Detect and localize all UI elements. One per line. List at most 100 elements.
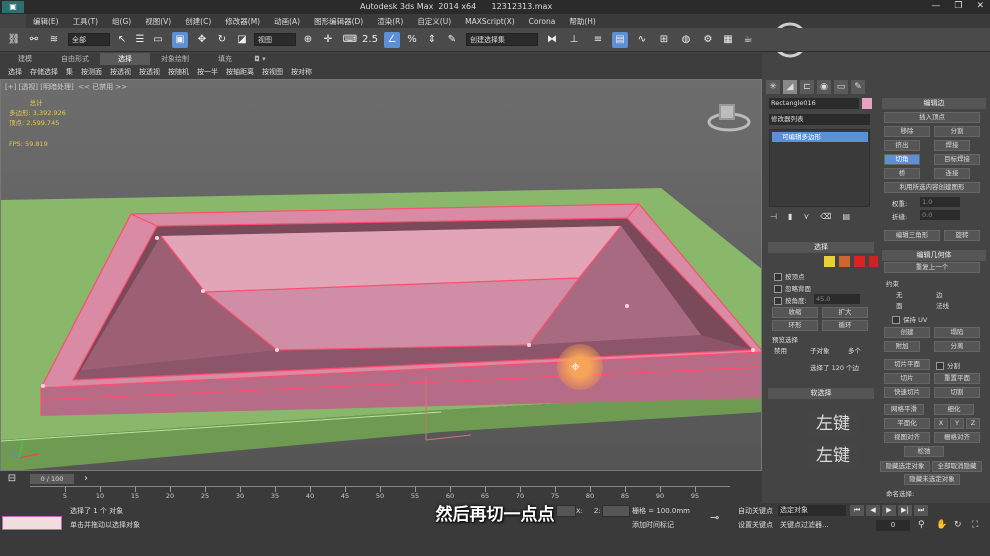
mirror-icon[interactable]: ⧓: [544, 32, 560, 48]
material-editor-icon[interactable]: ◍: [678, 32, 694, 48]
stack-item-editable-poly[interactable]: 可编辑多边形: [772, 132, 868, 142]
edit-triangles-button[interactable]: 编辑三角形: [884, 230, 940, 241]
detach-button[interactable]: 分离: [934, 341, 980, 352]
edit-edges-rollout-title[interactable]: 编辑边: [882, 98, 986, 109]
perspective-viewport[interactable]: [+] [透视] [明暗处理] << 已禁用 >> 总计 多边形: 3,392,…: [0, 79, 762, 471]
selection-rollout-title[interactable]: 选择: [768, 242, 874, 253]
remove-button[interactable]: 移除: [884, 126, 930, 137]
menu-corona[interactable]: Corona: [522, 17, 563, 26]
menu-graph-editors[interactable]: 图形编辑器(D): [307, 16, 370, 27]
maximize-viewport-icon[interactable]: ⛶: [972, 520, 978, 530]
align-icon[interactable]: ⊥: [566, 32, 582, 48]
relax-button[interactable]: 松弛: [904, 446, 944, 457]
select-by-name-icon[interactable]: ☰: [132, 32, 148, 48]
preserve-uv-checkbox[interactable]: 保持 UV: [892, 314, 927, 324]
soft-selection-rollout-title[interactable]: 软选择: [768, 388, 874, 399]
pivot-icon[interactable]: ⊕: [300, 32, 316, 48]
crease-field[interactable]: 0.0: [920, 210, 960, 220]
constraint-edge-radio[interactable]: 边: [936, 289, 943, 299]
ribbon-item[interactable]: 按测面: [77, 66, 106, 78]
ribbon-tab-populate[interactable]: 填充: [200, 53, 250, 65]
split-button[interactable]: 分割: [934, 126, 980, 137]
maxscript-listener[interactable]: [2, 516, 62, 530]
preview-subobj-radio[interactable]: 子对象: [810, 345, 830, 355]
restore-icon[interactable]: ❐: [954, 1, 962, 11]
next-frame-icon[interactable]: ›: [78, 471, 94, 487]
ribbon-item[interactable]: 选择: [4, 66, 26, 78]
auto-key-button[interactable]: 自动关键点: [738, 506, 773, 516]
ribbon-tab-selection[interactable]: 选择: [100, 53, 150, 65]
vertex-mode-icon[interactable]: [824, 256, 835, 267]
menu-group[interactable]: 组(G): [105, 16, 138, 27]
make-unique-icon[interactable]: ⋎: [803, 212, 809, 221]
by-vertex-checkbox[interactable]: 按顶点: [774, 271, 805, 281]
insert-vertex-button[interactable]: 插入顶点: [884, 112, 980, 123]
grow-button[interactable]: 扩大: [822, 307, 868, 318]
grid-align-button[interactable]: 栅格对齐: [934, 432, 980, 443]
render-setup-icon[interactable]: ⚙: [700, 32, 716, 48]
attach-button[interactable]: 附加: [884, 341, 920, 352]
move-icon[interactable]: ✥: [194, 32, 210, 48]
ribbon-item[interactable]: 按透视: [135, 66, 164, 78]
bridge-button[interactable]: 桥: [884, 168, 920, 179]
shrink-button[interactable]: 收缩: [772, 307, 818, 318]
reset-plane-button[interactable]: 重置平面: [934, 373, 980, 384]
menu-tools[interactable]: 工具(T): [66, 16, 105, 27]
utilities-tab-icon[interactable]: ✎: [851, 80, 865, 94]
turn-button[interactable]: 旋转: [944, 230, 980, 241]
menu-maxscript[interactable]: MAXScript(X): [458, 17, 521, 26]
meshsmooth-button[interactable]: 网格平滑: [884, 404, 924, 415]
pan-icon[interactable]: ✋: [936, 520, 947, 530]
border-mode-icon[interactable]: [854, 256, 865, 267]
layer-manager-icon[interactable]: ≡: [590, 32, 606, 48]
constraint-face-radio[interactable]: 面: [896, 300, 903, 310]
time-slider[interactable]: 0 / 100: [30, 474, 74, 484]
ribbon-item[interactable]: 集: [62, 66, 77, 78]
tessellate-button[interactable]: 细化: [934, 404, 974, 415]
planarize-button[interactable]: 平面化: [884, 418, 930, 429]
ribbon-item[interactable]: 存储选择: [26, 66, 62, 78]
keyboard-shortcut-icon[interactable]: ⌨: [342, 32, 358, 48]
close-icon[interactable]: ✕: [976, 1, 984, 11]
link-icon[interactable]: ⛓: [6, 32, 22, 48]
spinner-snap-icon[interactable]: ⇕: [424, 32, 440, 48]
menu-views[interactable]: 视图(V): [138, 16, 178, 27]
select-manipulate-icon[interactable]: ✛: [320, 32, 336, 48]
loop-button[interactable]: 循环: [822, 320, 868, 331]
remove-modifier-icon[interactable]: ⌫: [820, 212, 831, 221]
rect-selection-icon[interactable]: ▭: [150, 32, 166, 48]
ribbon-item[interactable]: 按轴距离: [222, 66, 258, 78]
add-time-tag[interactable]: 添加时间标记: [632, 520, 674, 530]
modify-tab-icon[interactable]: ◢: [783, 80, 797, 94]
repeat-last-button[interactable]: 重复上一个: [884, 262, 980, 273]
curve-editor-icon[interactable]: ∿: [634, 32, 650, 48]
split-checkbox[interactable]: 分割: [936, 360, 960, 370]
rotate-icon[interactable]: ↻: [214, 32, 230, 48]
ribbon-item[interactable]: 按一半: [193, 66, 222, 78]
create-shape-button[interactable]: 利用所选内容创建图形: [884, 182, 980, 193]
object-color-swatch[interactable]: [862, 98, 872, 109]
menu-modifiers[interactable]: 修改器(M): [218, 16, 267, 27]
hide-selected-button[interactable]: 隐藏选定对象: [880, 461, 930, 472]
menu-customize[interactable]: 自定义(U): [410, 16, 458, 27]
slice-plane-button[interactable]: 切片平面: [884, 359, 930, 370]
named-selection-dropdown[interactable]: 创建选择集: [466, 33, 538, 46]
weld-button[interactable]: 焊接: [934, 140, 970, 151]
orbit-icon[interactable]: ↻: [954, 520, 962, 530]
constraint-normal-radio[interactable]: 法线: [936, 300, 949, 310]
menu-create[interactable]: 创建(C): [178, 16, 218, 27]
key-icon[interactable]: ⊸: [710, 511, 719, 524]
ribbon-item[interactable]: 按对称: [287, 66, 316, 78]
track-bar[interactable]: 5 10 15 20 25 30 35 40 45 50 55 60 65 70 75 80 85 90 95: [30, 486, 730, 500]
edge-mode-icon[interactable]: [839, 256, 850, 267]
extrude-button[interactable]: 挤出: [884, 140, 920, 151]
object-name-field[interactable]: Rectangle016: [769, 98, 859, 109]
create-tab-icon[interactable]: ✳: [766, 80, 780, 94]
view-align-button[interactable]: 视图对齐: [884, 432, 930, 443]
next-key-icon[interactable]: ▶|: [898, 505, 912, 516]
connect-button[interactable]: 连接: [934, 168, 970, 179]
preview-multi-radio[interactable]: 多个: [848, 345, 861, 355]
ribbon-tab-object-paint[interactable]: 对象绘制: [150, 53, 200, 65]
selected-object-dropdown[interactable]: 选定对象: [778, 505, 846, 516]
angle-snap-icon[interactable]: ∠: [384, 32, 400, 48]
